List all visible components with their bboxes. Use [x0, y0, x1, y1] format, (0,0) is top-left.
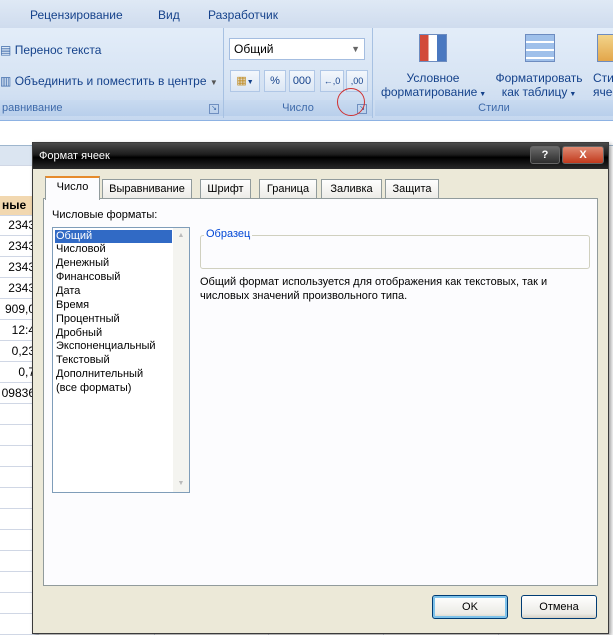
- list-item[interactable]: Денежный: [55, 257, 172, 270]
- highlight-circle: [337, 88, 365, 116]
- list-item[interactable]: Время: [55, 299, 172, 312]
- list-item[interactable]: Дата: [55, 285, 172, 298]
- chevron-down-icon[interactable]: ▼: [351, 39, 360, 59]
- number-formats-list[interactable]: Общий Числовой Денежный Финансовый Дата …: [52, 227, 190, 493]
- tab-view[interactable]: Вид: [158, 8, 180, 22]
- cell-styles-label-2: ячее: [593, 85, 613, 99]
- number-formats-label: Числовые форматы:: [52, 209, 158, 221]
- tab-review[interactable]: Рецензирование: [30, 8, 123, 22]
- format-cells-dialog: Формат ячеек ? X Число Выравнивание Шриф…: [32, 142, 609, 634]
- wrap-text-label: Перенос текста: [14, 43, 102, 57]
- tab-protection[interactable]: Защита: [385, 179, 439, 199]
- tab-font[interactable]: Шрифт: [200, 179, 251, 199]
- styles-group: Условное форматирование ▼ Форматировать …: [375, 28, 613, 118]
- list-scrollbar[interactable]: ▲ ▼: [173, 228, 189, 492]
- sample-box: [200, 235, 590, 269]
- alignment-group-label: равнивание: [0, 100, 223, 116]
- scroll-up-icon[interactable]: ▲: [173, 228, 189, 244]
- merge-icon: ▥: [0, 74, 12, 88]
- cell-styles-button[interactable]: Сти ячее: [593, 71, 613, 99]
- list-item[interactable]: Экспоненциальный: [55, 340, 172, 353]
- thousands-button[interactable]: 000: [289, 70, 315, 92]
- conditional-label-1: Условное: [406, 71, 460, 85]
- help-button[interactable]: ?: [530, 146, 560, 164]
- number-group: Общий ▼ ▦▼ % 000 ←,0 ,00 Число ↘: [224, 28, 373, 118]
- alignment-launcher-icon[interactable]: ↘: [209, 104, 219, 114]
- alignment-group: ▤ Перенос текста ▥ Объединить и поместит…: [0, 28, 224, 118]
- percent-button[interactable]: %: [264, 70, 286, 92]
- as-table-label-1: Форматировать: [495, 71, 583, 85]
- merge-center-label: Объединить и поместить в центре: [14, 74, 207, 88]
- dialog-title: Формат ячеек: [39, 150, 110, 162]
- cell-styles-label-1: Сти: [593, 71, 613, 85]
- list-item[interactable]: Дробный: [55, 327, 172, 340]
- list-item[interactable]: Финансовый: [55, 271, 172, 284]
- scroll-down-icon[interactable]: ▼: [173, 476, 189, 492]
- currency-format-button[interactable]: ▦▼: [230, 70, 260, 92]
- as-table-label-2: как таблицу: [501, 85, 568, 99]
- tab-border[interactable]: Граница: [259, 179, 317, 199]
- cancel-button[interactable]: Отмена: [521, 595, 597, 619]
- sample-label: Образец: [204, 228, 253, 240]
- increase-decimal-button[interactable]: ←,0: [320, 70, 344, 92]
- ribbon-tab-bar: Рецензирование Вид Разработчик: [0, 0, 613, 28]
- tab-alignment[interactable]: Выравнивание: [102, 179, 192, 199]
- conditional-format-button[interactable]: Условное форматирование ▼: [381, 71, 486, 102]
- styles-group-label: Стили: [375, 100, 613, 116]
- number-tab-panel: Числовые форматы: Общий Числовой Денежны…: [43, 198, 598, 586]
- tab-number[interactable]: Число: [45, 176, 100, 200]
- cell-styles-icon: [597, 34, 613, 62]
- list-item[interactable]: Процентный: [55, 313, 172, 326]
- list-item[interactable]: Числовой: [55, 243, 172, 256]
- merge-center-button[interactable]: ▥ Объединить и поместить в центре ▼: [0, 74, 218, 88]
- chevron-down-icon[interactable]: ▼: [210, 78, 218, 87]
- list-item[interactable]: Текстовый: [55, 354, 172, 367]
- currency-icon: ▦: [236, 75, 247, 87]
- wrap-text-button[interactable]: ▤ Перенос текста: [0, 43, 101, 57]
- format-as-table-icon: [525, 34, 555, 62]
- close-button[interactable]: X: [562, 146, 604, 164]
- conditional-format-icon: [419, 34, 447, 62]
- wrap-text-icon: ▤: [0, 43, 12, 57]
- number-format-value: Общий: [234, 42, 274, 56]
- format-description: Общий формат используется для отображени…: [200, 276, 548, 302]
- ok-button[interactable]: OK: [432, 595, 508, 619]
- tab-developer[interactable]: Разработчик: [208, 8, 278, 22]
- list-item[interactable]: Общий: [55, 230, 172, 243]
- ribbon: ▤ Перенос текста ▥ Объединить и поместит…: [0, 28, 613, 121]
- number-format-combo[interactable]: Общий ▼: [229, 38, 365, 60]
- dialog-titlebar[interactable]: Формат ячеек ? X: [33, 143, 608, 169]
- conditional-label-2: форматирование: [381, 85, 478, 99]
- list-item[interactable]: (все форматы): [55, 382, 172, 395]
- format-as-table-button[interactable]: Форматировать как таблицу ▼: [491, 71, 587, 102]
- list-item[interactable]: Дополнительный: [55, 368, 172, 381]
- tab-fill[interactable]: Заливка: [321, 179, 382, 199]
